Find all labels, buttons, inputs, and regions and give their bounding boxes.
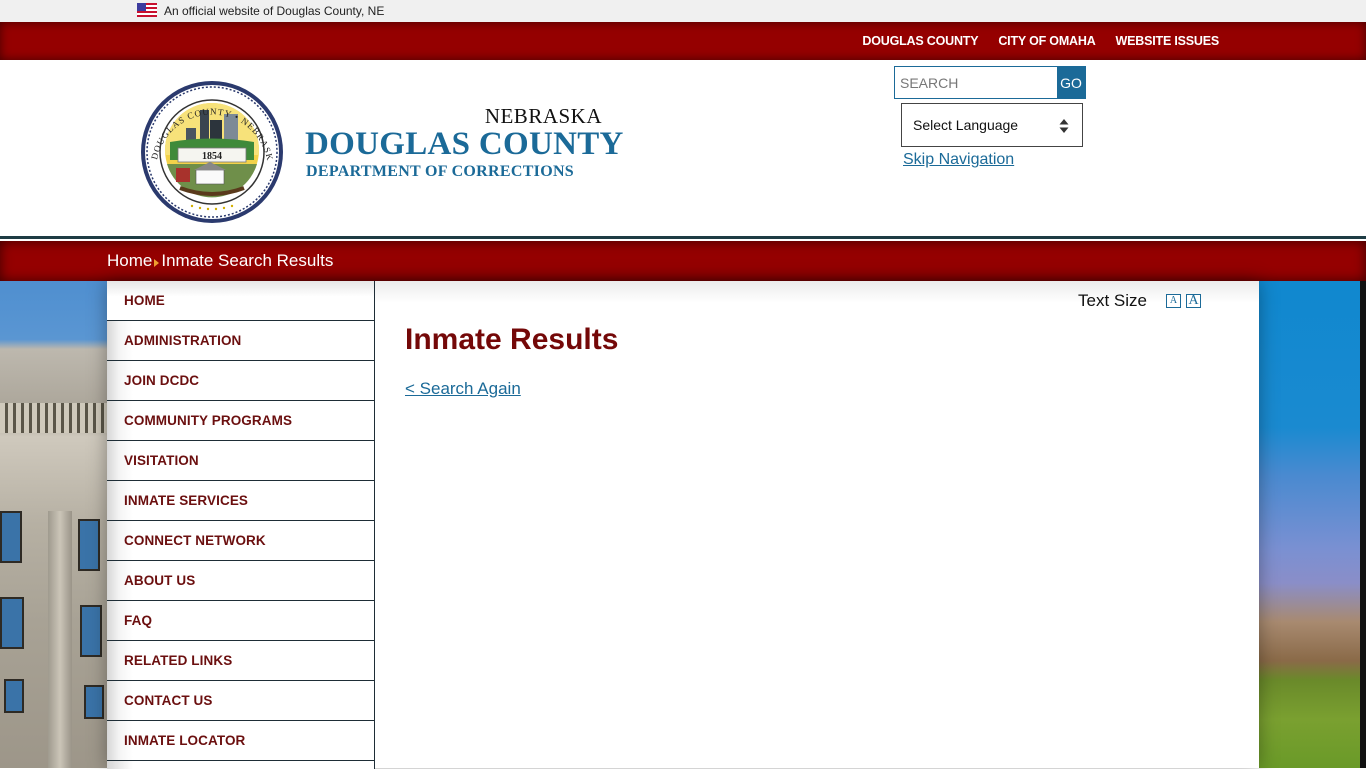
- skip-navigation-link[interactable]: Skip Navigation: [903, 151, 1014, 169]
- window-edge: [1360, 281, 1366, 768]
- sidebar-item-home[interactable]: HOME: [107, 281, 374, 321]
- background-photo-landscape: [1259, 281, 1366, 768]
- text-size-small-button[interactable]: A: [1166, 294, 1181, 308]
- breadcrumb: Home Inmate Search Results: [107, 241, 333, 281]
- breadcrumb-bar: Home Inmate Search Results: [0, 241, 1366, 281]
- top-utility-bar: DOUGLAS COUNTY CITY OF OMAHA WEBSITE ISS…: [0, 22, 1366, 60]
- building-window: [84, 685, 104, 719]
- building-window: [0, 597, 24, 649]
- page-title: Inmate Results: [405, 323, 619, 356]
- douglas-county-seal-logo[interactable]: 1854 DOUGLAS COUNTY • NEBRASKA: [140, 80, 284, 224]
- official-site-text: An official website of Douglas County, N…: [164, 4, 385, 18]
- language-select[interactable]: Select Language: [901, 103, 1083, 147]
- sidebar-item-join-dcdc[interactable]: JOIN DCDC: [107, 361, 374, 401]
- svg-text:1854: 1854: [202, 151, 222, 162]
- brand-county[interactable]: DOUGLAS COUNTY: [305, 126, 624, 163]
- breadcrumb-current: Inmate Search Results: [161, 251, 334, 270]
- top-link-website-issues[interactable]: WEBSITE ISSUES: [1116, 34, 1220, 48]
- site-search: GO: [894, 66, 1086, 99]
- text-size-control: Text Size A A: [1078, 291, 1201, 311]
- building-balcony: [0, 403, 107, 433]
- building-window: [78, 519, 100, 571]
- sidebar-item-visitation[interactable]: VISITATION: [107, 441, 374, 481]
- main-content: Text Size A A Inmate Results < Search Ag…: [375, 281, 1259, 768]
- building-window: [80, 605, 102, 657]
- breadcrumb-home[interactable]: Home: [107, 251, 152, 271]
- content-panel: HOME ADMINISTRATION JOIN DCDC COMMUNITY …: [107, 281, 1259, 769]
- sidebar-item-community-programs[interactable]: COMMUNITY PROGRAMS: [107, 401, 374, 441]
- brand-department: DEPARTMENT OF CORRECTIONS: [306, 163, 574, 180]
- search-go-button[interactable]: GO: [1057, 67, 1085, 98]
- sidebar-item-contact-us[interactable]: CONTACT US: [107, 681, 374, 721]
- triangle-right-icon: [154, 258, 160, 267]
- top-link-city-of-omaha[interactable]: CITY OF OMAHA: [998, 34, 1095, 48]
- sidebar-item-inmate-locator[interactable]: INMATE LOCATOR: [107, 721, 374, 761]
- official-site-banner: An official website of Douglas County, N…: [0, 0, 1366, 22]
- sidebar-nav: HOME ADMINISTRATION JOIN DCDC COMMUNITY …: [107, 281, 375, 769]
- sidebar-item-connect-network[interactable]: CONNECT NETWORK: [107, 521, 374, 561]
- search-input[interactable]: [895, 67, 1057, 98]
- top-link-douglas-county[interactable]: DOUGLAS COUNTY: [862, 34, 978, 48]
- site-header: 1854 DOUGLAS COUNTY • NEBRASKA NEBRASKA …: [0, 60, 1366, 236]
- top-links: DOUGLAS COUNTY CITY OF OMAHA WEBSITE ISS…: [862, 22, 1219, 60]
- sidebar-item-faq[interactable]: FAQ: [107, 601, 374, 641]
- sidebar-item-related-links[interactable]: RELATED LINKS: [107, 641, 374, 681]
- text-size-label: Text Size: [1078, 291, 1147, 310]
- sidebar-item-inmate-services[interactable]: INMATE SERVICES: [107, 481, 374, 521]
- background-photo-courthouse: [0, 281, 107, 768]
- select-arrows-icon: [1059, 119, 1069, 133]
- us-flag-icon: [137, 3, 157, 17]
- sidebar-item-administration[interactable]: ADMINISTRATION: [107, 321, 374, 361]
- search-again-link[interactable]: < Search Again: [405, 379, 521, 399]
- text-size-large-button[interactable]: A: [1186, 294, 1201, 308]
- building-window: [0, 511, 22, 563]
- language-select-value: Select Language: [913, 117, 1019, 133]
- building-column: [48, 511, 72, 768]
- sidebar-item-about-us[interactable]: ABOUT US: [107, 561, 374, 601]
- building-window: [4, 679, 24, 713]
